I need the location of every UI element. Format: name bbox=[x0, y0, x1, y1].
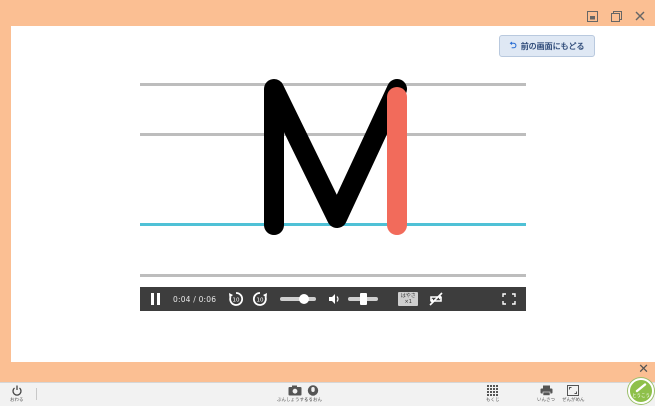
bottom-toolbar: おわる ぶんしょうすくう ろくおん もくじ いんさつ ぜんがめん bbox=[0, 382, 655, 406]
current-time: 0:04 bbox=[173, 294, 191, 304]
speed-button[interactable]: はやさ ×1 bbox=[398, 292, 419, 306]
grid-icon bbox=[487, 385, 499, 396]
volume-icon[interactable] bbox=[328, 293, 340, 305]
return-arrow-icon: ⮌ bbox=[509, 41, 517, 51]
video-controls: 0:04 / 0:06 10 10 はやさ ×1 bbox=[140, 287, 526, 311]
record-label: ろくおん bbox=[304, 398, 322, 403]
power-icon bbox=[12, 385, 22, 396]
power-label: おわる bbox=[10, 398, 24, 403]
back-button-label: 前の画面にもどる bbox=[520, 41, 585, 51]
time-display: 0:04 / 0:06 bbox=[173, 295, 216, 304]
content-panel: ⮌ 前の画面にもどる 0:04 / 0:06 10 10 はやさ ×1 bbox=[11, 26, 655, 362]
speed-value: ×1 bbox=[404, 299, 412, 305]
record-button[interactable]: ろくおん bbox=[304, 385, 322, 403]
window-maximize-icon[interactable] bbox=[609, 9, 623, 23]
video-player[interactable] bbox=[140, 78, 526, 311]
print-label: いんさつ bbox=[537, 398, 555, 403]
fullscreen-icon[interactable] bbox=[502, 293, 516, 305]
submit-button[interactable]: とうこう bbox=[628, 378, 654, 404]
time-separator: / bbox=[193, 294, 196, 304]
grid-label: もくじ bbox=[486, 398, 500, 403]
letter-stroke-animation bbox=[264, 79, 407, 235]
back-to-previous-button[interactable]: ⮌ 前の画面にもどる bbox=[499, 35, 595, 57]
letter-stroke-completed bbox=[264, 79, 407, 235]
fullscreen-label: ぜんがめん bbox=[562, 398, 585, 403]
microphone-icon bbox=[307, 385, 319, 396]
submit-label: とうこう bbox=[632, 394, 650, 399]
volume-knob[interactable] bbox=[359, 293, 367, 305]
camera-icon bbox=[288, 385, 302, 396]
window-restore-icon[interactable] bbox=[585, 9, 599, 23]
pencil-icon bbox=[635, 383, 647, 393]
fullscreen-toggle-button[interactable]: ぜんがめん bbox=[562, 385, 585, 403]
volume-slider[interactable] bbox=[348, 293, 379, 305]
close-icon[interactable] bbox=[633, 9, 647, 23]
progress-slider[interactable] bbox=[280, 294, 317, 304]
svg-text:10: 10 bbox=[233, 298, 240, 304]
printer-icon bbox=[540, 385, 552, 396]
power-button[interactable]: おわる bbox=[10, 385, 24, 403]
rewind-10-button[interactable]: 10 bbox=[228, 291, 244, 307]
app-frame: ⮌ 前の画面にもどる 0:04 / 0:06 10 10 はやさ ×1 ✕ bbox=[0, 0, 655, 382]
close-panel-icon[interactable]: ✕ bbox=[638, 362, 649, 378]
toolbar-divider bbox=[36, 388, 37, 400]
progress-knob[interactable] bbox=[299, 294, 310, 304]
loop-off-icon[interactable] bbox=[428, 292, 444, 306]
pause-button[interactable] bbox=[150, 293, 161, 305]
svg-text:10: 10 bbox=[257, 298, 264, 304]
print-button[interactable]: いんさつ bbox=[537, 385, 555, 403]
total-time: 0:06 bbox=[198, 294, 217, 304]
forward-10-button[interactable]: 10 bbox=[252, 291, 268, 307]
grid-button[interactable]: もくじ bbox=[486, 385, 500, 403]
window-controls bbox=[585, 9, 647, 23]
expand-icon bbox=[567, 385, 580, 396]
